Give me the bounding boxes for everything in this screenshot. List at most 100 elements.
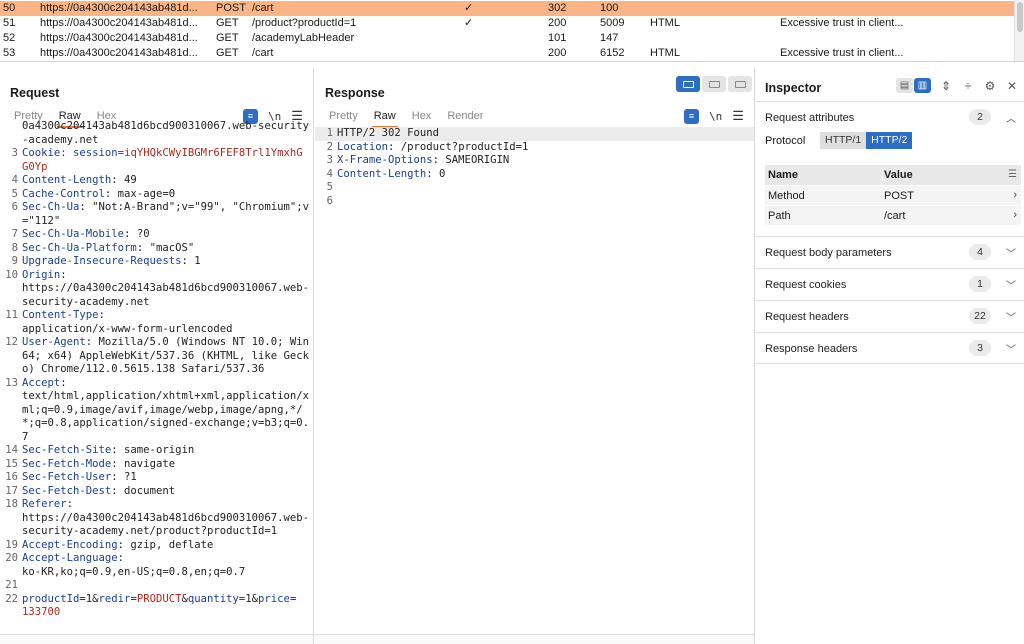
row-method: GET bbox=[216, 17, 239, 29]
tabs-layout-icon[interactable] bbox=[728, 76, 752, 92]
request-search-bar[interactable] bbox=[0, 634, 313, 644]
response-search-bar[interactable] bbox=[315, 634, 754, 644]
history-row[interactable]: 51 https://0a4300c204143ab481d... GET/prod… bbox=[0, 16, 1014, 31]
response-tab-hex[interactable]: Hex bbox=[404, 106, 440, 126]
response-tab-pretty[interactable]: Pretty bbox=[321, 106, 366, 126]
row-url: /cart bbox=[252, 47, 274, 59]
code-line: 6 bbox=[315, 195, 754, 209]
row-status: 200 bbox=[548, 47, 567, 59]
header-name: Content-Length bbox=[337, 167, 427, 180]
scrollbar-thumb[interactable] bbox=[1017, 2, 1023, 32]
chevron-down-icon[interactable]: ﹀ bbox=[1006, 277, 1016, 292]
chevron-down-icon[interactable]: ﹀ bbox=[1006, 341, 1016, 356]
response-headers-section[interactable]: Response headers 3 ﹀ bbox=[756, 332, 1024, 364]
protocol-http1-button[interactable]: HTTP/1 bbox=[820, 132, 867, 149]
header-value: : gzip, deflate bbox=[117, 538, 214, 551]
header-name: Cookie: session= bbox=[22, 147, 125, 159]
code-line: 15 Sec-Fetch-Mode: navigate bbox=[0, 458, 313, 472]
code-line: 18 Referer: https://0a4300c204143ab481d6b… bbox=[0, 498, 313, 539]
header-name: Sec-Ch-Ua-Platform bbox=[22, 241, 137, 254]
request-attributes-table: Name Value ☰ Method POST › Path /cart › bbox=[765, 165, 1021, 225]
protocol-http2-button[interactable]: HTTP/2 bbox=[866, 132, 913, 149]
side-by-side-layout-icon[interactable] bbox=[676, 76, 700, 92]
list-view-icon[interactable]: ▤ bbox=[896, 78, 913, 93]
chevron-down-icon[interactable]: ﹀ bbox=[1006, 309, 1016, 324]
menu-icon[interactable]: ☰ bbox=[732, 108, 744, 124]
column-header-name[interactable]: Name bbox=[765, 169, 883, 181]
response-tab-raw[interactable]: Raw bbox=[366, 106, 404, 128]
line-number: 15 bbox=[5, 457, 18, 470]
header-value: = bbox=[289, 592, 297, 605]
table-row[interactable]: Path /cart › bbox=[765, 205, 1021, 225]
line-number: 4 bbox=[11, 174, 18, 186]
row-length: 6152 bbox=[600, 47, 625, 59]
history-row[interactable]: 50 https://0a4300c204143ab481d... POST/car… bbox=[0, 1, 1014, 16]
header-name: Cache-Control bbox=[22, 187, 105, 200]
row-status: 200 bbox=[548, 17, 567, 29]
stacked-layout-icon[interactable] bbox=[702, 76, 726, 92]
filter-icon[interactable]: ☰ bbox=[1008, 169, 1017, 180]
row-host: https://0a4300c204143ab481d... bbox=[40, 47, 198, 59]
request-headers-section[interactable]: Request headers 22 ﹀ bbox=[756, 300, 1024, 332]
chevron-up-icon[interactable]: ︿ bbox=[1006, 110, 1016, 125]
line-number: 1 bbox=[326, 127, 333, 139]
header-name: Referer bbox=[22, 498, 67, 510]
history-scrollbar[interactable] bbox=[1014, 0, 1024, 61]
code-line: 22 productId=1&redir=PRODUCT&quantity=1&p… bbox=[0, 593, 313, 620]
row-length: 147 bbox=[600, 32, 619, 44]
request-editor[interactable]: 0a4300c204143ab481d6bcd900310067.web-sec… bbox=[0, 120, 313, 632]
header-value: : max-age=0 bbox=[104, 187, 176, 200]
chevron-right-icon[interactable]: › bbox=[1013, 189, 1017, 201]
response-tab-render[interactable]: Render bbox=[439, 106, 491, 126]
section-count-badge: 2 bbox=[969, 109, 991, 125]
row-method: POST bbox=[216, 2, 246, 14]
header-value: 0a4300c204143ab481d6bcd900310067.web-sec… bbox=[22, 120, 310, 146]
panel-view-icon[interactable]: ▥ bbox=[914, 78, 931, 93]
response-tabs: Pretty Raw Hex Render bbox=[321, 106, 491, 128]
close-icon[interactable]: ✕ bbox=[1005, 79, 1019, 93]
request-pane: Request Pretty Raw Hex ≡ \n ☰ 0a4300c204… bbox=[0, 68, 314, 644]
row-method: GET bbox=[216, 32, 239, 44]
line-number: 6 bbox=[326, 194, 333, 207]
line-number: 2 bbox=[326, 140, 333, 153]
chevron-right-icon[interactable]: › bbox=[1013, 209, 1017, 221]
expand-all-icon[interactable]: ⇕ bbox=[939, 79, 953, 93]
header-name: Sec-Ch-Ua bbox=[22, 201, 80, 213]
code-line: 4 Content-Length: 49 bbox=[0, 174, 313, 188]
header-name: Sec-Ch-Ua-Mobile bbox=[22, 228, 125, 240]
row-method: GET bbox=[216, 47, 239, 59]
section-count-badge: 22 bbox=[969, 308, 991, 324]
line-number: 5 bbox=[326, 181, 333, 193]
settings-gear-icon[interactable]: ⚙ bbox=[983, 79, 997, 93]
line-number: 22 bbox=[5, 592, 18, 605]
response-editor-tools: ≡ \n ☰ bbox=[684, 106, 744, 126]
header-value: : navigate bbox=[111, 457, 176, 470]
code-line: 20 Accept-Language: ko-KR,ko;q=0.9,en-US;… bbox=[0, 552, 313, 579]
collapse-all-icon[interactable]: ÷ bbox=[961, 79, 975, 93]
wrap-lines-icon[interactable]: ≡ bbox=[684, 108, 699, 124]
code-line: 0a4300c204143ab481d6bcd900310067.web-sec… bbox=[0, 120, 313, 147]
history-row[interactable]: 52 https://0a4300c204143ab481d... GET/acad… bbox=[0, 31, 1014, 46]
line-number: 6 bbox=[11, 201, 18, 213]
section-count-badge: 4 bbox=[969, 244, 991, 260]
row-edited-mark: ✓ bbox=[464, 2, 474, 14]
request-body-parameters-section[interactable]: Request body parameters 4 ﹀ bbox=[756, 236, 1024, 268]
history-row[interactable]: 53 https://0a4300c204143ab481d... GET/cart… bbox=[0, 46, 1014, 61]
show-newlines-button[interactable]: \n bbox=[709, 110, 722, 123]
request-cookies-section[interactable]: Request cookies 1 ﹀ bbox=[756, 268, 1024, 300]
row-status: 302 bbox=[548, 2, 567, 14]
protocol-row: Protocol HTTP/1 HTTP/2 bbox=[765, 132, 913, 149]
line-number: 16 bbox=[5, 471, 18, 483]
request-title: Request bbox=[10, 86, 60, 100]
chevron-down-icon[interactable]: ﹀ bbox=[1006, 245, 1016, 260]
row-mime: HTML bbox=[650, 17, 680, 29]
table-row[interactable]: Method POST › bbox=[765, 185, 1021, 205]
protocol-label: Protocol bbox=[765, 134, 806, 147]
attr-name: Path bbox=[768, 209, 791, 222]
response-editor[interactable]: 1 HTTP/2 302 Found 2 Location: /product?pro… bbox=[315, 127, 754, 632]
line-number: 3 bbox=[11, 147, 18, 159]
header-value: : 0 bbox=[426, 167, 446, 180]
request-attributes-section[interactable]: Request attributes 2 ︿ bbox=[756, 101, 1024, 133]
column-header-value[interactable]: Value bbox=[883, 169, 913, 181]
line-number: 5 bbox=[11, 187, 18, 200]
